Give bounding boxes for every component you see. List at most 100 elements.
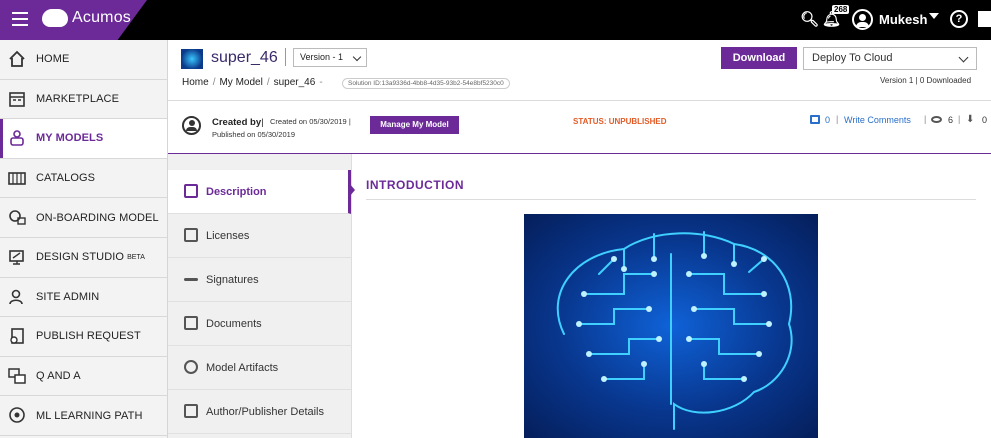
breadcrumb-separator: - [319,77,323,88]
sidebar-item-q-and-a[interactable]: Q AND A [0,357,167,397]
sidebar-item-catalogs[interactable]: CATALOGS [0,159,167,199]
sidebar: HOME MARKETPLACE MY MODELS CATALOGS ON-B… [0,40,168,438]
model-image [524,214,818,438]
app-logo[interactable]: Acumos [42,9,131,27]
description-icon [184,184,198,198]
version-select[interactable]: Version - 1 [293,48,367,67]
status-label: STATUS: UNPUBLISHED [573,117,667,126]
caret-down-icon[interactable] [929,13,939,19]
admin-icon [9,289,23,304]
notice-icon[interactable] [978,11,991,27]
sidebar-item-label: PUBLISH REQUEST [36,330,141,343]
comment-icon[interactable] [810,115,820,124]
user-name[interactable]: Mukesh [879,12,927,27]
deploy-select-value: Deploy To Cloud [812,52,893,64]
model-name: super_46 [211,49,278,66]
manage-my-model-button[interactable]: Manage My Model [370,116,459,134]
onboarding-icon [9,210,26,226]
tab-label: Description [206,185,267,198]
sidebar-item-label: HOME [36,53,70,66]
separator: | [924,114,927,124]
active-tab-pointer [349,183,355,197]
notification-badge: 268 [832,5,850,14]
catalog-icon [8,171,26,185]
tab-label: Author/Publisher Details [206,405,325,418]
signature-icon [184,278,198,281]
download-count: 0 [982,115,988,125]
hamburger-menu-icon[interactable] [12,12,28,26]
qa-icon [8,368,26,384]
robot-icon [10,130,24,146]
sidebar-item-label: ON-BOARDING MODEL [36,211,159,224]
tab-licenses[interactable]: Licenses [168,214,352,258]
sidebar-item-ml-learning-path[interactable]: ML LEARNING PATH [0,396,167,436]
sidebar-item-home[interactable]: HOME [0,40,167,80]
section-title: INTRODUCTION [366,178,464,192]
breadcrumb-separator: / [212,77,216,88]
brand-name: Acumos [72,9,131,26]
tab-description[interactable]: Description [168,170,351,214]
sidebar-item-marketplace[interactable]: MARKETPLACE [0,80,167,120]
created-on-date: Created on 05/30/2019 | [270,117,351,126]
author-icon [184,404,198,418]
divider [366,199,976,200]
circuit-brain-graphic [556,231,793,430]
tab-label: Model Artifacts [206,361,279,374]
tab-label: Signatures [206,273,259,286]
divider [285,48,286,66]
sidebar-item-label: SITE ADMIN [36,290,100,303]
publish-request-icon [10,328,24,344]
version-select-value: Version - 1 [300,52,344,62]
breadcrumb-current: super_46 [273,77,316,88]
brain-logo-icon [42,9,68,27]
tab-documents[interactable]: Documents [168,302,352,346]
breadcrumb: Home / My Model / super_46- [182,77,327,88]
eye-icon [931,116,942,123]
download-button[interactable]: Download [721,47,797,69]
store-icon [9,91,25,107]
help-icon[interactable]: ? [950,10,968,28]
sidebar-item-label: Q AND A [36,370,81,383]
breadcrumb-separator: / [266,77,270,88]
write-comments-link[interactable]: Write Comments [844,115,911,125]
sidebar-item-label: MY MODELS [36,132,104,145]
separator: | [836,114,839,124]
design-studio-icon [9,250,24,265]
tab-label: Documents [206,317,262,330]
user-avatar-icon[interactable] [852,9,873,30]
sidebar-item-my-models[interactable]: MY MODELS [0,119,167,159]
documents-icon [184,316,198,330]
comment-count: 0 [825,115,831,125]
separator: | [958,114,961,124]
version-info: Version 1 | 0 Downloaded [880,76,972,85]
search-icon[interactable]: 🔍︎ [800,10,819,28]
sidebar-item-label: ML LEARNING PATH [36,409,143,422]
deploy-to-cloud-select[interactable]: Deploy To Cloud [803,47,977,70]
created-by-label: Created by| [212,117,264,128]
sidebar-item-site-admin[interactable]: SITE ADMIN [0,278,167,318]
beta-badge: BETA [127,253,145,261]
history-icon [184,360,198,374]
license-icon [184,228,198,242]
breadcrumb-my-model[interactable]: My Model [219,77,262,88]
tab-signatures[interactable]: Signatures [168,258,352,302]
model-thumbnail [181,49,203,69]
top-bar: Acumos 🔍︎ 🔔︎ 268 Mukesh ? [0,0,991,40]
tab-author-publisher-details[interactable]: Author/Publisher Details [168,390,352,434]
sidebar-item-publish-request[interactable]: PUBLISH REQUEST [0,317,167,357]
tab-label: Licenses [206,229,250,242]
tab-model-artifacts[interactable]: Model Artifacts [168,346,352,390]
solution-id-badge: Solution ID:13a9336d-4bb8-4d35-93b2-54e8… [342,78,510,89]
sidebar-item-design-studio[interactable]: DESIGN STUDIO BETA [0,238,167,278]
sidebar-item-onboarding-model[interactable]: ON-BOARDING MODEL [0,198,167,238]
chevron-down-icon [958,52,969,63]
published-on-date: Published on 05/30/2019 [212,130,295,139]
breadcrumb-home[interactable]: Home [182,77,209,88]
sidebar-item-label: DESIGN STUDIO [36,251,125,264]
learning-path-icon [9,407,25,424]
sidebar-item-label: CATALOGS [36,172,96,185]
chevron-down-icon [352,52,362,62]
detail-tabs: Description Licenses Signatures Document… [168,154,352,438]
view-count: 6 [948,115,954,125]
sidebar-item-label: MARKETPLACE [36,92,120,105]
